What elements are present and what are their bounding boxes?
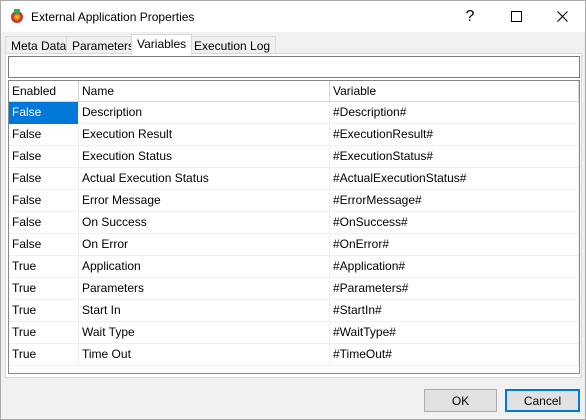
app-icon <box>11 9 23 23</box>
maximize-icon <box>510 11 522 22</box>
cell-name[interactable]: Start In <box>79 300 330 322</box>
table-row[interactable]: False Execution Status #ExecutionStatus# <box>9 146 579 168</box>
table-row[interactable]: True Application #Application# <box>9 256 579 278</box>
table-row[interactable]: False On Error #OnError# <box>9 234 579 256</box>
cell-enabled[interactable]: False <box>9 102 79 124</box>
grid-header: Enabled Name Variable <box>9 81 579 102</box>
cell-name[interactable]: Wait Type <box>79 322 330 344</box>
cell-enabled[interactable]: False <box>9 212 79 234</box>
title-bar: External Application Properties ? <box>1 1 585 32</box>
filter-input[interactable] <box>8 56 580 78</box>
variables-panel: Enabled Name Variable False Description … <box>5 53 582 378</box>
window-title: External Application Properties <box>31 10 195 24</box>
cell-variable[interactable]: #StartIn# <box>330 300 579 322</box>
cell-enabled[interactable]: False <box>9 190 79 212</box>
cell-name[interactable]: Application <box>79 256 330 278</box>
cell-enabled[interactable]: True <box>9 322 79 344</box>
cell-variable[interactable]: #OnSuccess# <box>330 212 579 234</box>
table-row[interactable]: False Actual Execution Status #ActualExe… <box>9 168 579 190</box>
variables-grid: Enabled Name Variable False Description … <box>8 80 580 374</box>
cell-variable[interactable]: #TimeOut# <box>330 344 579 366</box>
cell-enabled[interactable]: False <box>9 234 79 256</box>
ok-button[interactable]: OK <box>424 389 497 412</box>
cell-enabled[interactable]: True <box>9 278 79 300</box>
column-header-variable[interactable]: Variable <box>330 81 579 102</box>
tab-parameters[interactable]: Parameters <box>66 36 141 54</box>
table-row[interactable]: False Description #Description# <box>9 102 579 124</box>
cell-variable[interactable]: #ExecutionResult# <box>330 124 579 146</box>
column-header-name[interactable]: Name <box>79 81 330 102</box>
cell-name[interactable]: Actual Execution Status <box>79 168 330 190</box>
cell-variable[interactable]: #ExecutionStatus# <box>330 146 579 168</box>
table-row[interactable]: False Execution Result #ExecutionResult# <box>9 124 579 146</box>
cell-name[interactable]: Time Out <box>79 344 330 366</box>
cell-name[interactable]: Execution Status <box>79 146 330 168</box>
tab-execution-log[interactable]: Execution Log <box>188 36 277 54</box>
cell-enabled[interactable]: False <box>9 168 79 190</box>
cell-enabled[interactable]: False <box>9 124 79 146</box>
table-row[interactable]: False On Success #OnSuccess# <box>9 212 579 234</box>
cell-variable[interactable]: #WaitType# <box>330 322 579 344</box>
table-row[interactable]: True Parameters #Parameters# <box>9 278 579 300</box>
column-header-enabled[interactable]: Enabled <box>9 81 79 102</box>
properties-window: External Application Properties ? Meta D… <box>0 0 586 420</box>
cell-enabled[interactable]: True <box>9 300 79 322</box>
table-row[interactable]: False Error Message #ErrorMessage# <box>9 190 579 212</box>
cell-name[interactable]: Parameters <box>79 278 330 300</box>
cell-variable[interactable]: #OnError# <box>330 234 579 256</box>
cell-variable[interactable]: #Description# <box>330 102 579 124</box>
help-button[interactable]: ? <box>447 1 493 32</box>
tab-strip: Meta Data Parameters Variables Execution… <box>5 34 581 55</box>
cell-enabled[interactable]: True <box>9 256 79 278</box>
cell-variable[interactable]: #ErrorMessage# <box>330 190 579 212</box>
cancel-button[interactable]: Cancel <box>505 389 580 412</box>
close-icon <box>556 11 568 22</box>
table-row[interactable]: True Wait Type #WaitType# <box>9 322 579 344</box>
table-row[interactable]: True Time Out #TimeOut# <box>9 344 579 366</box>
cell-name[interactable]: On Success <box>79 212 330 234</box>
cell-name[interactable]: On Error <box>79 234 330 256</box>
cell-enabled[interactable]: False <box>9 146 79 168</box>
table-row[interactable]: True Start In #StartIn# <box>9 300 579 322</box>
cell-name[interactable]: Execution Result <box>79 124 330 146</box>
cell-variable[interactable]: #Application# <box>330 256 579 278</box>
maximize-button[interactable] <box>493 1 539 32</box>
tab-variables[interactable]: Variables <box>131 34 193 55</box>
cell-variable[interactable]: #ActualExecutionStatus# <box>330 168 579 190</box>
tab-meta-data[interactable]: Meta Data <box>5 36 73 54</box>
cell-enabled[interactable]: True <box>9 344 79 366</box>
cell-name[interactable]: Description <box>79 102 330 124</box>
cell-variable[interactable]: #Parameters# <box>330 278 579 300</box>
close-button[interactable] <box>539 1 585 32</box>
cell-name[interactable]: Error Message <box>79 190 330 212</box>
